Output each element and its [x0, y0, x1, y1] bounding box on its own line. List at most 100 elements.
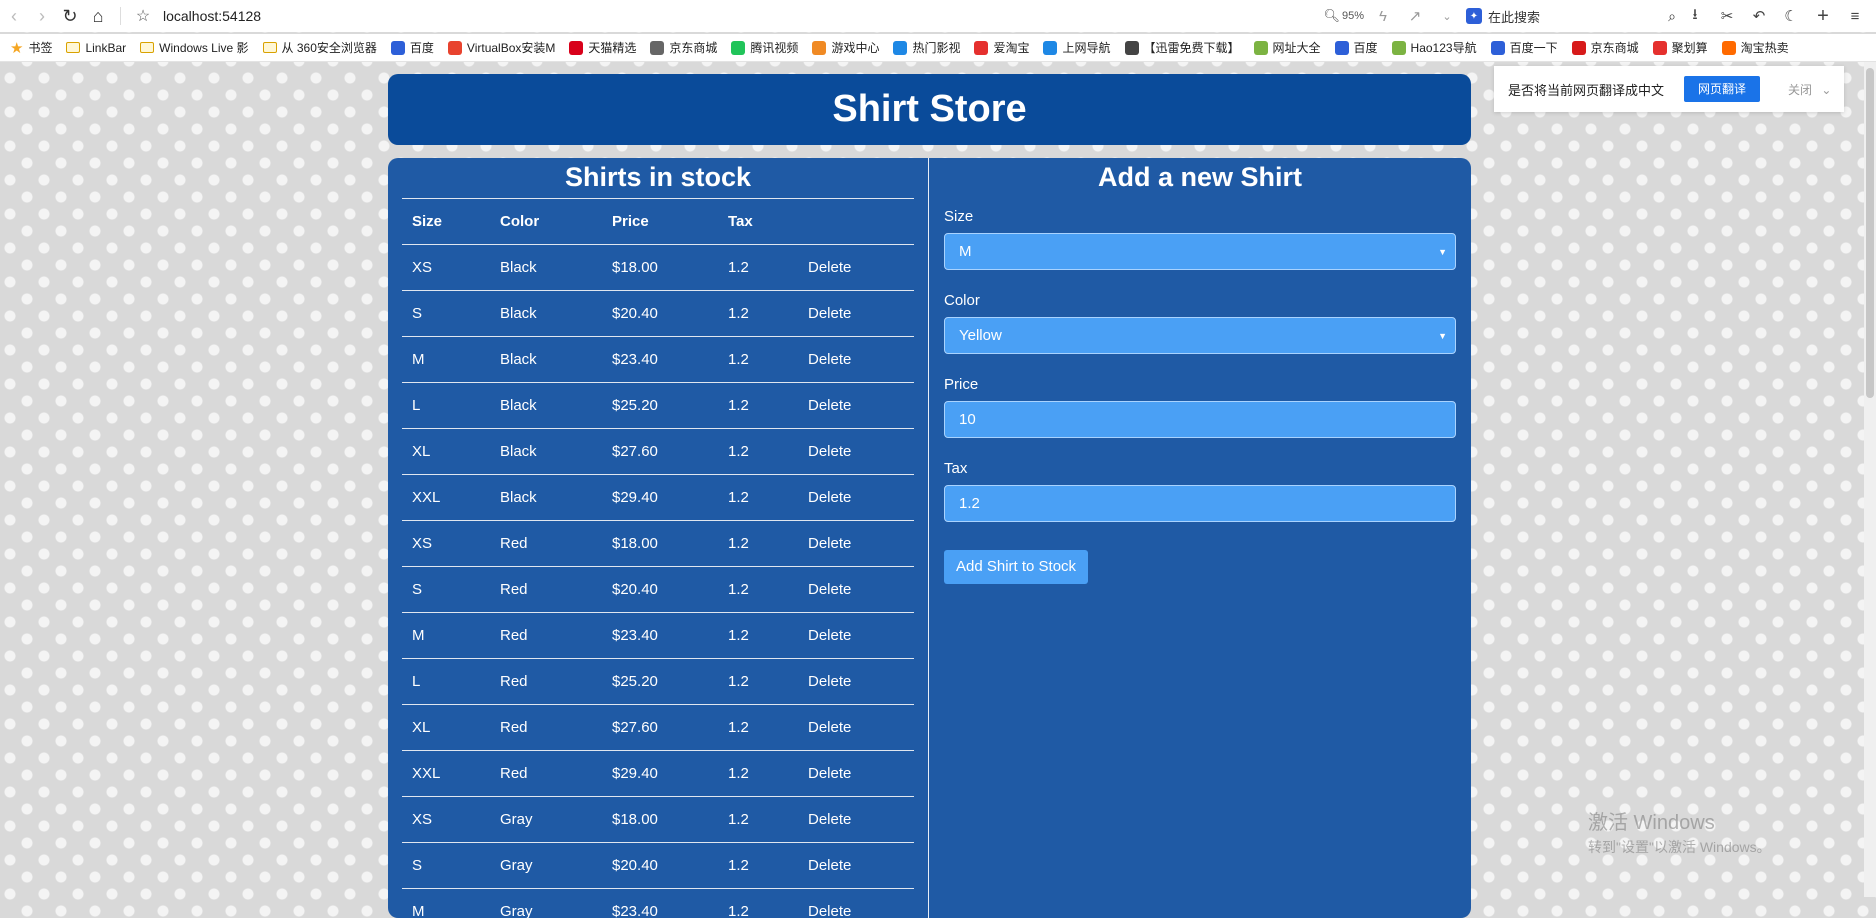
bookmark-item[interactable]: 游戏中心 — [812, 39, 879, 56]
address-bar[interactable]: localhost:54128 — [163, 8, 261, 24]
page-scrollbar[interactable] — [1864, 62, 1876, 897]
home-icon[interactable]: ⌂ — [84, 2, 112, 30]
delete-button[interactable]: Delete — [808, 443, 898, 460]
new-tab-icon[interactable]: + — [1810, 3, 1836, 29]
bookmark-item[interactable]: 聚划算 — [1652, 39, 1708, 56]
table-body: XS Black $18.00 1.2 Delete S Black $20.40 1.2 Del… — [402, 245, 914, 918]
chevron-down-icon[interactable]: ⌄ — [1434, 3, 1460, 29]
delete-button[interactable]: Delete — [808, 627, 898, 644]
bookmark-label: 聚划算 — [1671, 41, 1708, 55]
taobao-icon — [1721, 40, 1736, 55]
share-icon[interactable]: ↗ — [1402, 3, 1428, 29]
back-icon[interactable]: ‹ — [0, 2, 28, 30]
delete-button[interactable]: Delete — [808, 857, 898, 874]
cell-size: S — [412, 305, 423, 322]
bookmark-item[interactable]: VirtualBox安装M — [447, 39, 555, 56]
bookmark-item[interactable]: 从 360安全浏览器 — [262, 39, 377, 56]
zoom-indicator[interactable]: 🔍︎ 95% — [1323, 8, 1364, 24]
cell-size: XS — [412, 811, 433, 828]
select-caret-icon: ▼ — [1438, 330, 1447, 341]
table-row: S Red $20.40 1.2 Delete — [402, 567, 914, 613]
panel-divider — [928, 158, 929, 918]
translate-close-button[interactable]: 关闭 ⌄ — [1788, 81, 1831, 98]
forward-icon[interactable]: › — [28, 2, 56, 30]
color-select[interactable]: Yellow ▼ — [944, 317, 1456, 354]
table-row: L Red $25.20 1.2 Delete — [402, 659, 914, 705]
size-select[interactable]: M ▼ — [944, 233, 1456, 270]
bookmark-item[interactable]: 上网导航 — [1043, 39, 1111, 56]
delete-button[interactable]: Delete — [808, 305, 898, 322]
bookmark-item[interactable]: 【迅雷免费下载】 — [1124, 39, 1240, 56]
lightning-icon[interactable]: ϟ — [1370, 3, 1396, 29]
scrollbar-thumb[interactable] — [1866, 68, 1874, 398]
bookmark-label: 淘宝热卖 — [1740, 41, 1789, 55]
cell-tax: 1.2 — [728, 581, 749, 598]
tax-input-value: 1.2 — [959, 495, 980, 512]
bookmark-item[interactable]: 淘宝热卖 — [1721, 39, 1789, 56]
delete-button[interactable]: Delete — [808, 581, 898, 598]
bookmark-item[interactable]: 京东商城 — [650, 39, 717, 56]
size-select-value: M — [959, 243, 972, 260]
cell-price: $20.40 — [612, 581, 658, 598]
color-select-value: Yellow — [959, 327, 1002, 344]
size-label: Size — [944, 208, 974, 225]
price-input-value: 10 — [959, 411, 976, 428]
bookmark-item[interactable]: LinkBar — [66, 41, 126, 55]
cell-color: Black — [500, 443, 537, 460]
bookmark-item[interactable]: 百度 — [1334, 39, 1378, 56]
cell-tax: 1.2 — [728, 259, 749, 276]
download-icon[interactable]: ⭳ — [1682, 3, 1708, 29]
delete-button[interactable]: Delete — [808, 397, 898, 414]
scissors-icon[interactable]: ✂ — [1714, 3, 1740, 29]
undo-icon[interactable]: ↶ — [1746, 3, 1772, 29]
search-box[interactable]: ✦ 在此搜索 ⌕ — [1466, 4, 1676, 28]
nav-icon — [1043, 40, 1058, 55]
delete-button[interactable]: Delete — [808, 535, 898, 552]
bookmark-label: 爱淘宝 — [993, 41, 1030, 55]
bookmark-item[interactable]: Windows Live 影 — [140, 39, 249, 56]
delete-button[interactable]: Delete — [808, 811, 898, 828]
reload-icon[interactable]: ↻ — [56, 2, 84, 30]
bookmark-item[interactable]: 京东商城 — [1571, 39, 1639, 56]
translate-button[interactable]: 网页翻译 — [1684, 76, 1761, 102]
juhuasuan-icon — [1652, 40, 1667, 55]
bookmark-item[interactable]: 天猫精选 — [569, 39, 636, 56]
delete-button[interactable]: Delete — [808, 903, 898, 918]
bookmark-item[interactable]: Hao123导航 — [1391, 39, 1477, 56]
delete-button[interactable]: Delete — [808, 351, 898, 368]
delete-button[interactable]: Delete — [808, 259, 898, 276]
table-row: S Gray $20.40 1.2 Delete — [402, 843, 914, 889]
search-icon[interactable]: ⌕ — [1668, 8, 1676, 25]
bookmark-item[interactable]: 百度一下 — [1490, 39, 1558, 56]
delete-button[interactable]: Delete — [808, 489, 898, 506]
cell-price: $20.40 — [612, 305, 658, 322]
add-shirt-button[interactable]: Add Shirt to Stock — [944, 550, 1089, 584]
favorite-star-icon[interactable]: ☆ — [129, 2, 157, 30]
price-input[interactable]: 10 — [944, 401, 1456, 438]
bookmark-item[interactable]: 网址大全 — [1253, 39, 1321, 56]
bookmark-label: 热门影视 — [912, 41, 961, 55]
menu-icon[interactable]: ≡ — [1842, 3, 1868, 29]
cell-color: Red — [500, 627, 528, 644]
video-icon — [731, 40, 746, 55]
cell-color: Red — [500, 719, 528, 736]
bookmark-item[interactable]: 腾讯视频 — [731, 39, 798, 56]
page-title: Shirt Store — [832, 88, 1027, 130]
cell-tax: 1.2 — [728, 765, 749, 782]
taobao-icon — [974, 40, 989, 55]
delete-button[interactable]: Delete — [808, 765, 898, 782]
color-label: Color — [944, 292, 980, 309]
cell-tax: 1.2 — [728, 489, 749, 506]
bookmark-item[interactable]: 爱淘宝 — [974, 39, 1029, 56]
tax-input[interactable]: 1.2 — [944, 485, 1456, 522]
bookmark-item[interactable]: 百度 — [390, 39, 434, 56]
night-mode-icon[interactable]: ☾ — [1778, 3, 1804, 29]
delete-button[interactable]: Delete — [808, 719, 898, 736]
bookmark-item[interactable]: ★ 书签 — [10, 39, 52, 57]
add-shirt-form: Add a new Shirt Size M ▼ Color Yellow ▼ … — [944, 158, 1456, 584]
bookmark-label: Windows Live 影 — [159, 41, 249, 55]
bookmark-label: 网址大全 — [1272, 41, 1321, 55]
hao-icon — [1391, 40, 1406, 55]
delete-button[interactable]: Delete — [808, 673, 898, 690]
bookmark-item[interactable]: 热门影视 — [893, 39, 960, 56]
